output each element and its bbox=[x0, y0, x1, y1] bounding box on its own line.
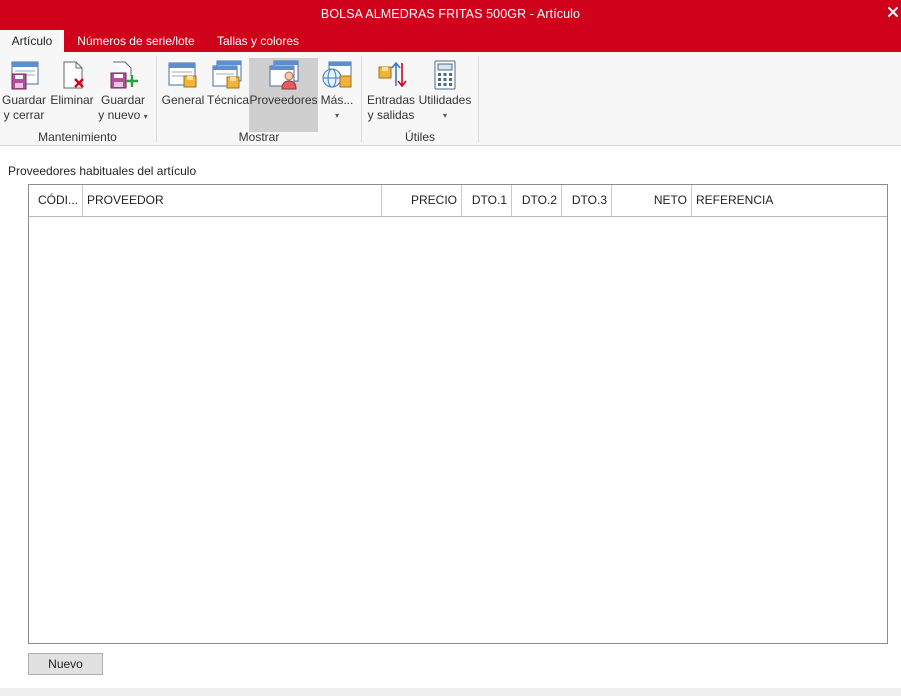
suppliers-grid[interactable]: CÓDI... PROVEEDOR PRECIO DTO.1 DTO.2 DTO… bbox=[28, 184, 888, 644]
ribbon: Guardar y cerrar Eliminar Guardar y nuev… bbox=[0, 52, 901, 146]
general-label: General bbox=[161, 93, 205, 107]
section-title: Proveedores habituales del artículo bbox=[8, 164, 197, 178]
group-label-mostrar: Mostrar bbox=[238, 130, 280, 144]
tecnica-button[interactable]: Técnica bbox=[207, 58, 250, 126]
window-title: BOLSA ALMEDRAS FRITAS 500GR - Artículo bbox=[320, 7, 581, 21]
utilidades-label: Utilidades bbox=[418, 93, 472, 107]
suppliers-icon bbox=[269, 60, 298, 90]
ribbon-separator bbox=[478, 56, 479, 142]
eliminar-button[interactable]: Eliminar bbox=[49, 58, 95, 126]
delete-document-icon bbox=[63, 61, 84, 89]
group-label-utiles: Útiles bbox=[404, 130, 435, 144]
guardar-nuevo-button[interactable]: Guardar y nuevo ▾ bbox=[97, 58, 149, 126]
guardar-nuevo-label-1: Guardar bbox=[100, 93, 146, 107]
guardar-cerrar-button[interactable]: Guardar y cerrar bbox=[2, 58, 46, 126]
mas-label: Más... bbox=[320, 93, 354, 107]
calculator-icon bbox=[434, 60, 456, 90]
grid-header: CÓDI... PROVEEDOR PRECIO DTO.1 DTO.2 DTO… bbox=[29, 185, 887, 217]
chevron-down-icon: ▾ bbox=[442, 111, 447, 120]
chevron-down-icon: ▾ bbox=[143, 112, 148, 121]
status-bar bbox=[0, 688, 901, 696]
column-header-dto1[interactable]: DTO.1 bbox=[462, 185, 512, 216]
column-header-referencia[interactable]: REFERENCIA bbox=[692, 185, 887, 216]
globe-more-icon bbox=[322, 61, 352, 88]
close-button[interactable] bbox=[885, 0, 901, 24]
tab-tallas-colores[interactable]: Tallas y colores bbox=[212, 30, 304, 52]
entradas-salidas-button[interactable]: Entradas y salidas bbox=[366, 58, 416, 126]
nuevo-button[interactable]: Nuevo bbox=[28, 653, 103, 675]
tab-articulo[interactable]: Artículo bbox=[0, 30, 64, 52]
group-label-mantenimiento: Mantenimiento bbox=[38, 130, 117, 144]
in-out-arrows-icon bbox=[378, 61, 407, 88]
guardar-cerrar-label-2: y cerrar bbox=[3, 108, 45, 122]
column-header-neto[interactable]: NETO bbox=[612, 185, 692, 216]
column-header-dto2[interactable]: DTO.2 bbox=[512, 185, 562, 216]
tecnica-label: Técnica bbox=[207, 93, 250, 107]
mas-button[interactable]: Más... ▾ bbox=[320, 58, 354, 126]
entradas-salidas-label-2: y salidas bbox=[367, 108, 415, 122]
save-new-icon bbox=[110, 61, 138, 89]
guardar-cerrar-label-1: Guardar bbox=[2, 93, 47, 107]
ribbon-tabs: Artículo Números de serie/lote Tallas y … bbox=[0, 30, 901, 52]
column-header-precio[interactable]: PRECIO bbox=[382, 185, 462, 216]
column-header-proveedor[interactable]: PROVEEDOR bbox=[83, 185, 382, 216]
general-form-icon bbox=[168, 62, 197, 88]
guardar-nuevo-label-2-text: y nuevo bbox=[98, 108, 141, 122]
proveedores-button[interactable]: Proveedores bbox=[249, 58, 318, 132]
eliminar-label: Eliminar bbox=[50, 93, 94, 107]
save-close-icon bbox=[11, 61, 39, 90]
entradas-salidas-label-1: Entradas bbox=[366, 93, 416, 107]
technical-form-icon bbox=[212, 60, 242, 89]
utilidades-button[interactable]: Utilidades ▾ bbox=[418, 58, 472, 126]
chevron-down-icon: ▾ bbox=[334, 111, 339, 120]
close-icon bbox=[888, 7, 898, 17]
guardar-nuevo-label-2: y nuevo ▾ bbox=[97, 108, 149, 124]
proveedores-label: Proveedores bbox=[249, 93, 318, 107]
tab-numeros-serie-lote[interactable]: Números de serie/lote bbox=[72, 30, 200, 52]
column-header-dto3[interactable]: DTO.3 bbox=[562, 185, 612, 216]
column-header-codigo[interactable]: CÓDI... bbox=[29, 185, 83, 216]
title-bar: BOLSA ALMEDRAS FRITAS 500GR - Artículo bbox=[0, 0, 901, 30]
general-button[interactable]: General bbox=[161, 58, 205, 126]
